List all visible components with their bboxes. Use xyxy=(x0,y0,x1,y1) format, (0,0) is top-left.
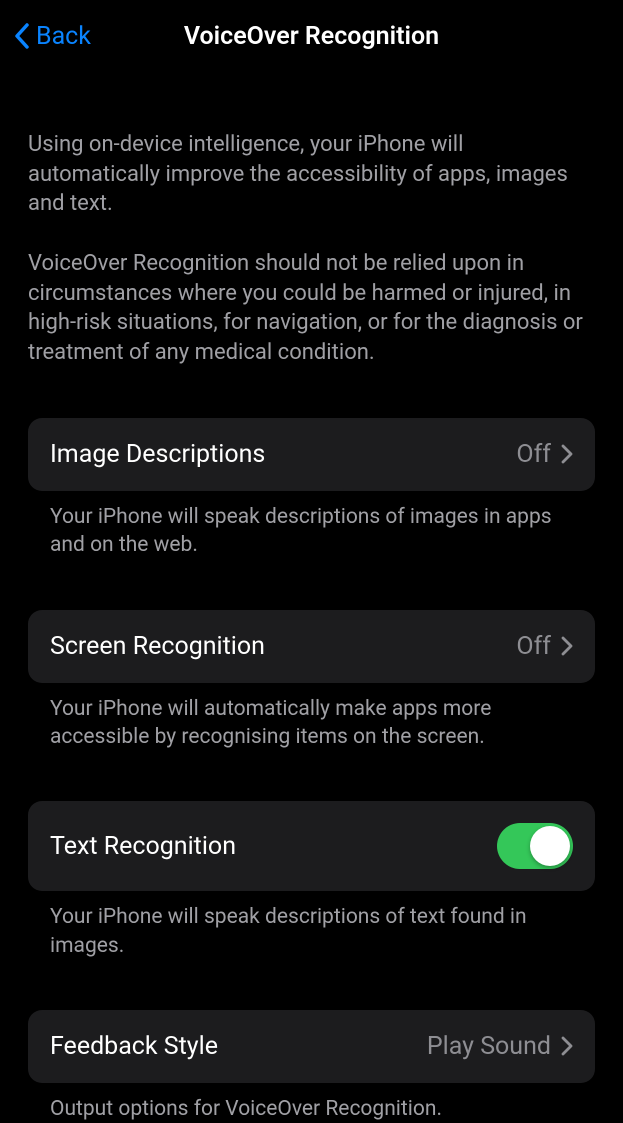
page-title: VoiceOver Recognition xyxy=(0,22,623,51)
feedback-style-row[interactable]: Feedback Style Play Sound xyxy=(28,1010,595,1083)
feedback-style-value: Play Sound xyxy=(427,1032,551,1061)
back-label: Back xyxy=(36,22,91,51)
image-descriptions-label: Image Descriptions xyxy=(50,440,265,469)
navigation-bar: Back VoiceOver Recognition xyxy=(0,0,623,72)
text-recognition-toggle[interactable] xyxy=(497,823,573,869)
image-descriptions-value: Off xyxy=(516,440,551,469)
text-recognition-row: Text Recognition xyxy=(28,801,595,891)
text-recognition-label: Text Recognition xyxy=(50,832,236,861)
feedback-style-footer: Output options for VoiceOver Recognition… xyxy=(28,1083,595,1123)
feedback-style-value-group: Play Sound xyxy=(427,1032,573,1061)
text-recognition-footer: Your iPhone will speak descriptions of t… xyxy=(28,891,595,960)
intro-paragraph-1: Using on-device intelligence, your iPhon… xyxy=(28,130,595,219)
chevron-right-icon xyxy=(561,444,573,464)
chevron-right-icon xyxy=(561,636,573,656)
chevron-left-icon xyxy=(12,21,32,51)
screen-recognition-footer: Your iPhone will automatically make apps… xyxy=(28,683,595,752)
screen-recognition-label: Screen Recognition xyxy=(50,632,265,661)
intro-paragraph-2: VoiceOver Recognition should not be reli… xyxy=(28,249,595,368)
screen-recognition-value-group: Off xyxy=(516,632,573,661)
image-descriptions-row[interactable]: Image Descriptions Off xyxy=(28,418,595,491)
screen-recognition-row[interactable]: Screen Recognition Off xyxy=(28,610,595,683)
image-descriptions-footer: Your iPhone will speak descriptions of i… xyxy=(28,491,595,560)
feedback-style-label: Feedback Style xyxy=(50,1032,218,1061)
intro-description: Using on-device intelligence, your iPhon… xyxy=(28,130,595,368)
toggle-knob xyxy=(530,826,570,866)
chevron-right-icon xyxy=(561,1036,573,1056)
image-descriptions-value-group: Off xyxy=(516,440,573,469)
back-button[interactable]: Back xyxy=(12,21,91,51)
screen-recognition-value: Off xyxy=(516,632,551,661)
